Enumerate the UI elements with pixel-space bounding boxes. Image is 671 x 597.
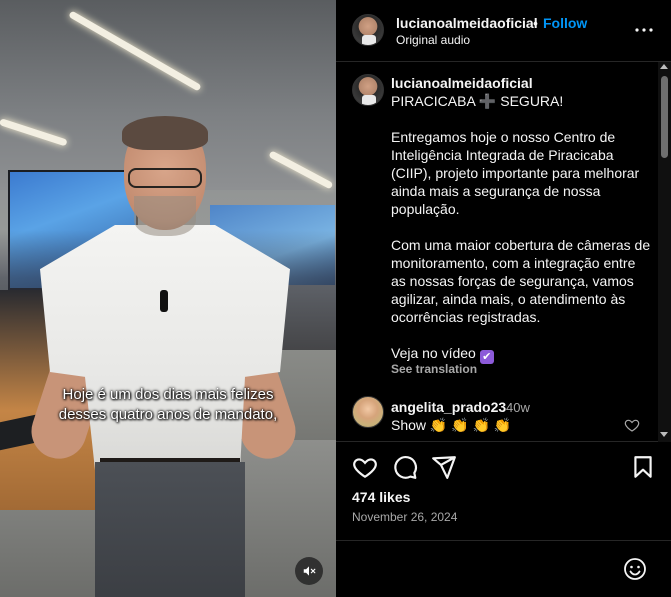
separator-dot: • [533, 15, 538, 31]
caption-paragraph-text: Veja no vídeo [391, 345, 476, 361]
follow-button[interactable]: Follow [543, 15, 587, 31]
post-caption: lucianoalmeidaoficial PIRACICABA ➕ SEGUR… [391, 74, 653, 364]
author-avatar[interactable] [352, 14, 384, 46]
comment-text-word: Show [391, 417, 427, 433]
mute-button[interactable] [295, 557, 323, 585]
see-translation-link[interactable]: See translation [391, 362, 477, 376]
post-date[interactable]: November 26, 2024 [352, 510, 457, 524]
commenter-avatar[interactable] [352, 396, 384, 428]
presenter-glasses [128, 168, 202, 188]
caption-username[interactable]: lucianoalmeidaoficial [391, 74, 653, 92]
author-username[interactable]: lucianoalmeidaoficial [396, 15, 538, 31]
audio-link[interactable]: Original audio [396, 33, 470, 47]
post-panel: lucianoalmeidaoficial • Follow Original … [336, 0, 671, 597]
share-icon[interactable] [431, 454, 457, 480]
more-horizontal-icon[interactable] [632, 18, 656, 42]
speaker-muted-icon [303, 566, 316, 576]
comment-username[interactable]: angelita_prado23 [391, 399, 506, 415]
caption-paragraph: Entregamos hoje o nosso Centro de Inteli… [391, 129, 640, 217]
clap-emojis: 👏 👏 👏 👏 [429, 417, 512, 433]
comment-like-icon[interactable] [624, 417, 640, 433]
author-avatar[interactable] [352, 74, 384, 106]
comment-time[interactable]: 40w [506, 400, 530, 415]
bookmark-icon[interactable] [630, 454, 656, 480]
post-header: lucianoalmeidaoficial • Follow Original … [336, 0, 671, 62]
comment-text: Show 👏 👏 👏 👏 [391, 417, 511, 434]
reel-video[interactable]: Hoje é um dos dias mais felizes desses q… [0, 0, 336, 597]
post-actions [336, 452, 671, 484]
video-subtitle: desses quatro anos de mandato, [58, 406, 278, 423]
likes-count[interactable]: 474 likes [352, 489, 410, 505]
comments-scrollbar[interactable] [658, 62, 671, 442]
presenter [0, 0, 336, 597]
caption-title-text: PIRACICABA [391, 93, 476, 109]
scroll-thumb[interactable] [661, 76, 668, 158]
scroll-down-arrow[interactable] [660, 432, 668, 437]
lapel-mic [160, 290, 168, 312]
presenter-hair [122, 116, 208, 150]
presenter-jeans [95, 462, 245, 597]
presenter-beard [134, 196, 196, 236]
plus-emoji: ➕ [478, 93, 497, 109]
emoji-icon[interactable] [623, 557, 647, 581]
caption-paragraph: Com uma maior cobertura de câmeras de mo… [391, 237, 651, 325]
caption-title: PIRACICABA ➕ SEGURA! [391, 92, 653, 110]
check-emoji: ✔ [479, 350, 494, 364]
caption-title-text: SEGURA! [500, 93, 564, 109]
scroll-up-arrow[interactable] [660, 64, 668, 69]
add-comment-bar[interactable] [336, 540, 671, 597]
comment-icon[interactable] [392, 454, 418, 480]
heart-icon[interactable] [352, 454, 378, 480]
caption-paragraph: Veja no vídeo ✔ [391, 344, 653, 364]
comments-area[interactable]: lucianoalmeidaoficial PIRACICABA ➕ SEGUR… [336, 62, 671, 442]
video-subtitle: Hoje é um dos dias mais felizes [62, 386, 274, 403]
